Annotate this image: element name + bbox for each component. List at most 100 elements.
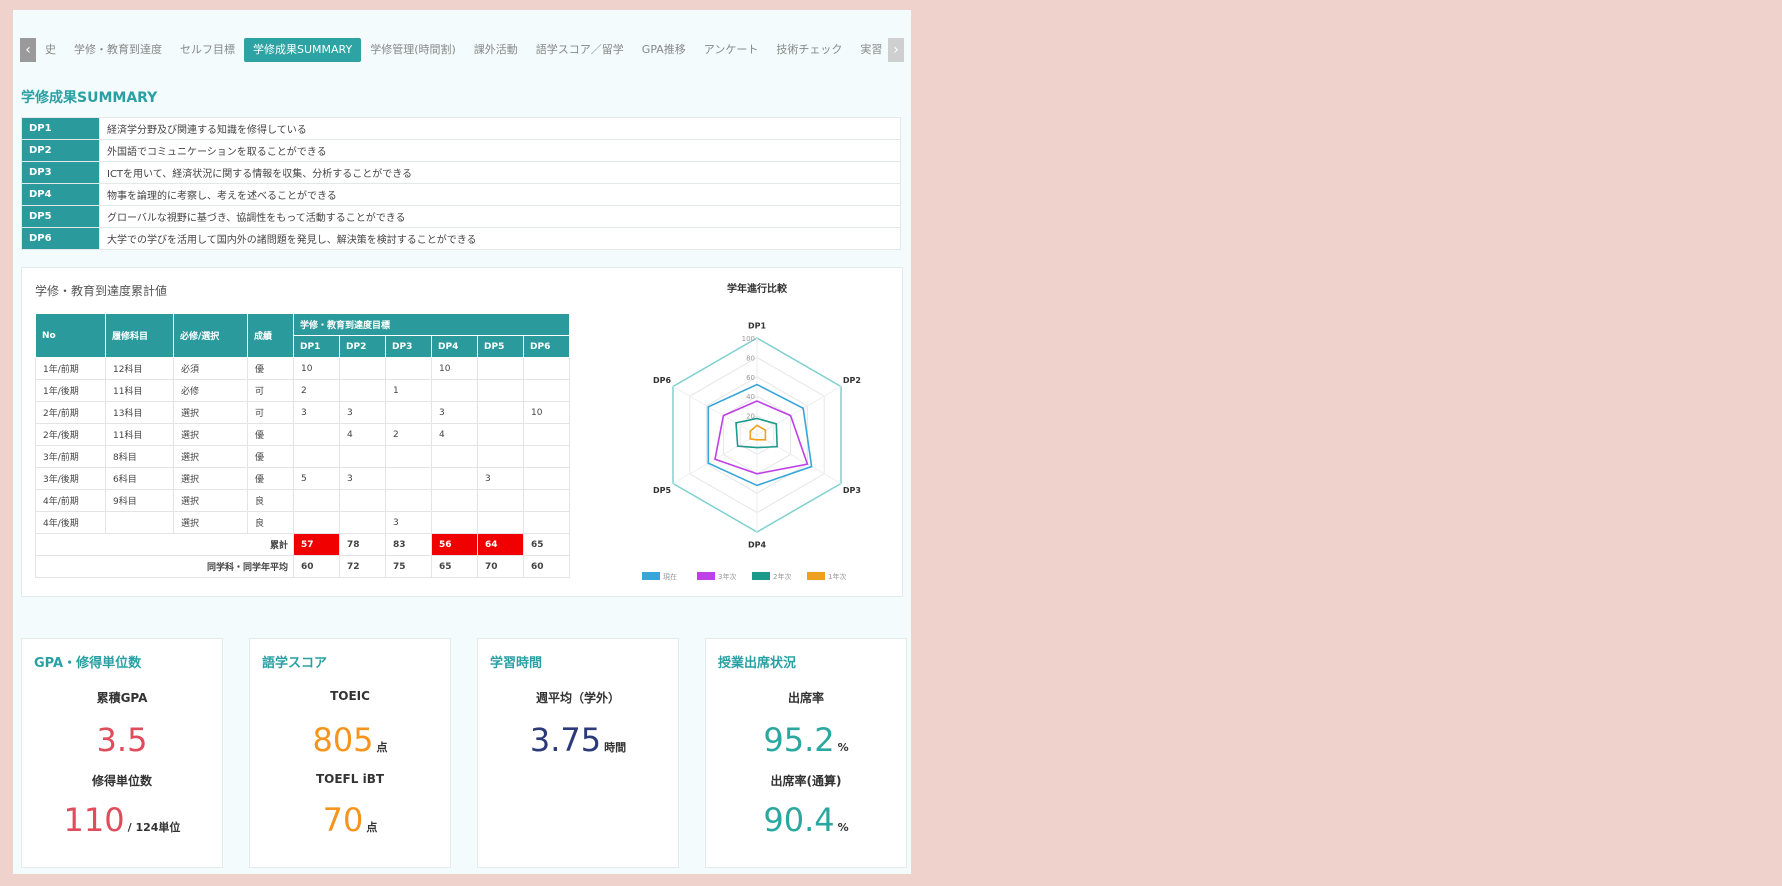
tab-item[interactable]: セルフ目標 [171,38,244,62]
header-dp: DP1 [293,335,340,358]
credits-unit: / 124単位 [127,821,181,834]
cell-dp [523,379,570,402]
dp-row: DP4 物事を論理的に考察し、考えを述べることができる [21,183,901,206]
language-card: 語学スコア TOEIC 805 点 TOEFL iBT 70 点 [249,638,451,868]
cell-req: 選択 [173,511,248,534]
radar-axis-label: DP1 [748,321,767,330]
toefl-number: 70 [322,801,364,839]
language-card-title: 語学スコア [262,656,328,671]
header-dp: DP4 [431,335,478,358]
table-row: 1年/前期 12科目 必須優 10 10 [35,357,570,380]
total-value: 57 [293,533,340,556]
cell-dp: 4 [339,423,386,446]
header-dp: DP2 [339,335,386,358]
attendance-total-label: 出席率(通算) [770,774,842,788]
cell-dp [523,467,570,490]
header-dp: DP6 [523,335,570,358]
legend-label: 1年次 [828,572,846,581]
cumulative-title: 学修・教育到達度累計値 [35,284,168,298]
cell-dp [431,489,478,512]
tab-list: 史学修・教育到達度 セルフ目標 学修成果SUMMARY 学修管理(時間割) 課外活動 語学… [36,38,888,62]
dp-description: 大学での学びを活用して国内外の諸問題を発見し、解決策を検討することができる [99,227,901,250]
header-course: 履修科目 [105,313,174,358]
cell-grade: 優 [247,423,294,446]
tab-item[interactable]: 学修成果SUMMARY [244,38,362,62]
dp-row: DP1 経済学分野及び関連する知識を修得している [21,117,901,140]
total-value: 65 [523,533,570,556]
attendance-rate-unit: % [837,741,849,754]
header-grade: 成績 [247,313,294,358]
table-row: 3年/前期 8科目 選択優 [35,445,570,468]
cell-dp [523,489,570,512]
cell-dp: 3 [385,511,432,534]
cell-dp [523,357,570,380]
toefl-unit: 点 [366,821,378,834]
average-label: 同学科・同学年平均 [35,555,294,578]
radar-chart: 学年進行比較 20 40 60 80 100 DP1 DP2 DP3 DP4 DP5 DP6 現在 3年次… [622,278,892,588]
average-value: 72 [339,555,386,578]
cell-req: 選択 [173,401,248,424]
cell-no: 4年/前期 [35,489,106,512]
tab-item[interactable]: 課外活動 [465,38,527,62]
table-row: 4年/後期 選択良 3 [35,511,570,534]
tab-scroll-right-icon[interactable]: › [888,38,904,62]
header-dp: DP3 [385,335,432,358]
cell-grade: 良 [247,489,294,512]
legend-label: 2年次 [773,572,791,581]
cell-dp [477,423,524,446]
radar-tick-label: 40 [746,393,755,401]
cell-dp: 3 [477,467,524,490]
tab-item[interactable]: 実習 [851,38,888,62]
cell-course: 12科目 [105,357,174,380]
dp-code: DP1 [21,117,100,140]
cell-dp [523,423,570,446]
tab-item[interactable]: 学修・教育到達度 [65,38,171,62]
dp-row: DP5 グローバルな視野に基づき、協調性をもって活動することができる [21,205,901,228]
tab-scroll-left-icon[interactable]: ‹ [20,38,36,62]
study-time-card-title: 学習時間 [490,656,543,671]
radar-axis-label: DP6 [653,376,672,385]
cell-dp: 10 [431,357,478,380]
weekly-average-label: 週平均（学外） [535,691,620,705]
cell-no: 1年/前期 [35,357,106,380]
total-value: 64 [477,533,524,556]
cell-dp: 3 [339,401,386,424]
cell-no: 1年/後期 [35,379,106,402]
dp-row: DP2 外国語でコミュニケーションを取ることができる [21,139,901,162]
weekly-average-number: 3.75 [529,721,602,759]
tab-item[interactable]: 学修管理(時間割) [361,38,465,62]
tab-item[interactable]: アンケート [695,38,768,62]
total-value: 56 [431,533,478,556]
gpa-card: GPA・修得単位数 累積GPA 3.5 修得単位数 110/ 124単位 [21,638,223,868]
cell-course: 8科目 [105,445,174,468]
tab-item[interactable]: 語学スコア／留学 [527,38,633,62]
cell-dp [385,489,432,512]
legend-swatch [752,572,770,580]
radar-axis-label: DP5 [653,486,672,495]
cell-course: 13科目 [105,401,174,424]
average-value: 75 [385,555,432,578]
cell-dp [293,511,340,534]
cell-no: 2年/前期 [35,401,106,424]
toefl-value: 70 点 [250,801,450,839]
cell-req: 選択 [173,423,248,446]
total-value: 83 [385,533,432,556]
cell-dp [431,445,478,468]
cell-no: 3年/前期 [35,445,106,468]
cell-dp: 3 [431,401,478,424]
page-title: 学修成果SUMMARY [21,90,158,106]
cell-dp [339,489,386,512]
cell-course: 9科目 [105,489,174,512]
tab-item[interactable]: 史 [36,38,65,62]
average-value: 60 [293,555,340,578]
dp-code: DP3 [21,161,100,184]
toeic-number: 805 [312,721,374,759]
cell-dp [477,511,524,534]
tab-item[interactable]: GPA推移 [633,38,695,62]
cell-course: 6科目 [105,467,174,490]
study-time-card: 学習時間 週平均（学外） 3.75 時間 [477,638,679,868]
tab-item[interactable]: 技術チェック [767,38,851,62]
total-value: 78 [339,533,386,556]
dp-list: DP1 経済学分野及び関連する知識を修得している DP2 外国語でコミュニケーションを… [21,117,901,250]
attendance-card-title: 授業出席状況 [718,656,797,671]
